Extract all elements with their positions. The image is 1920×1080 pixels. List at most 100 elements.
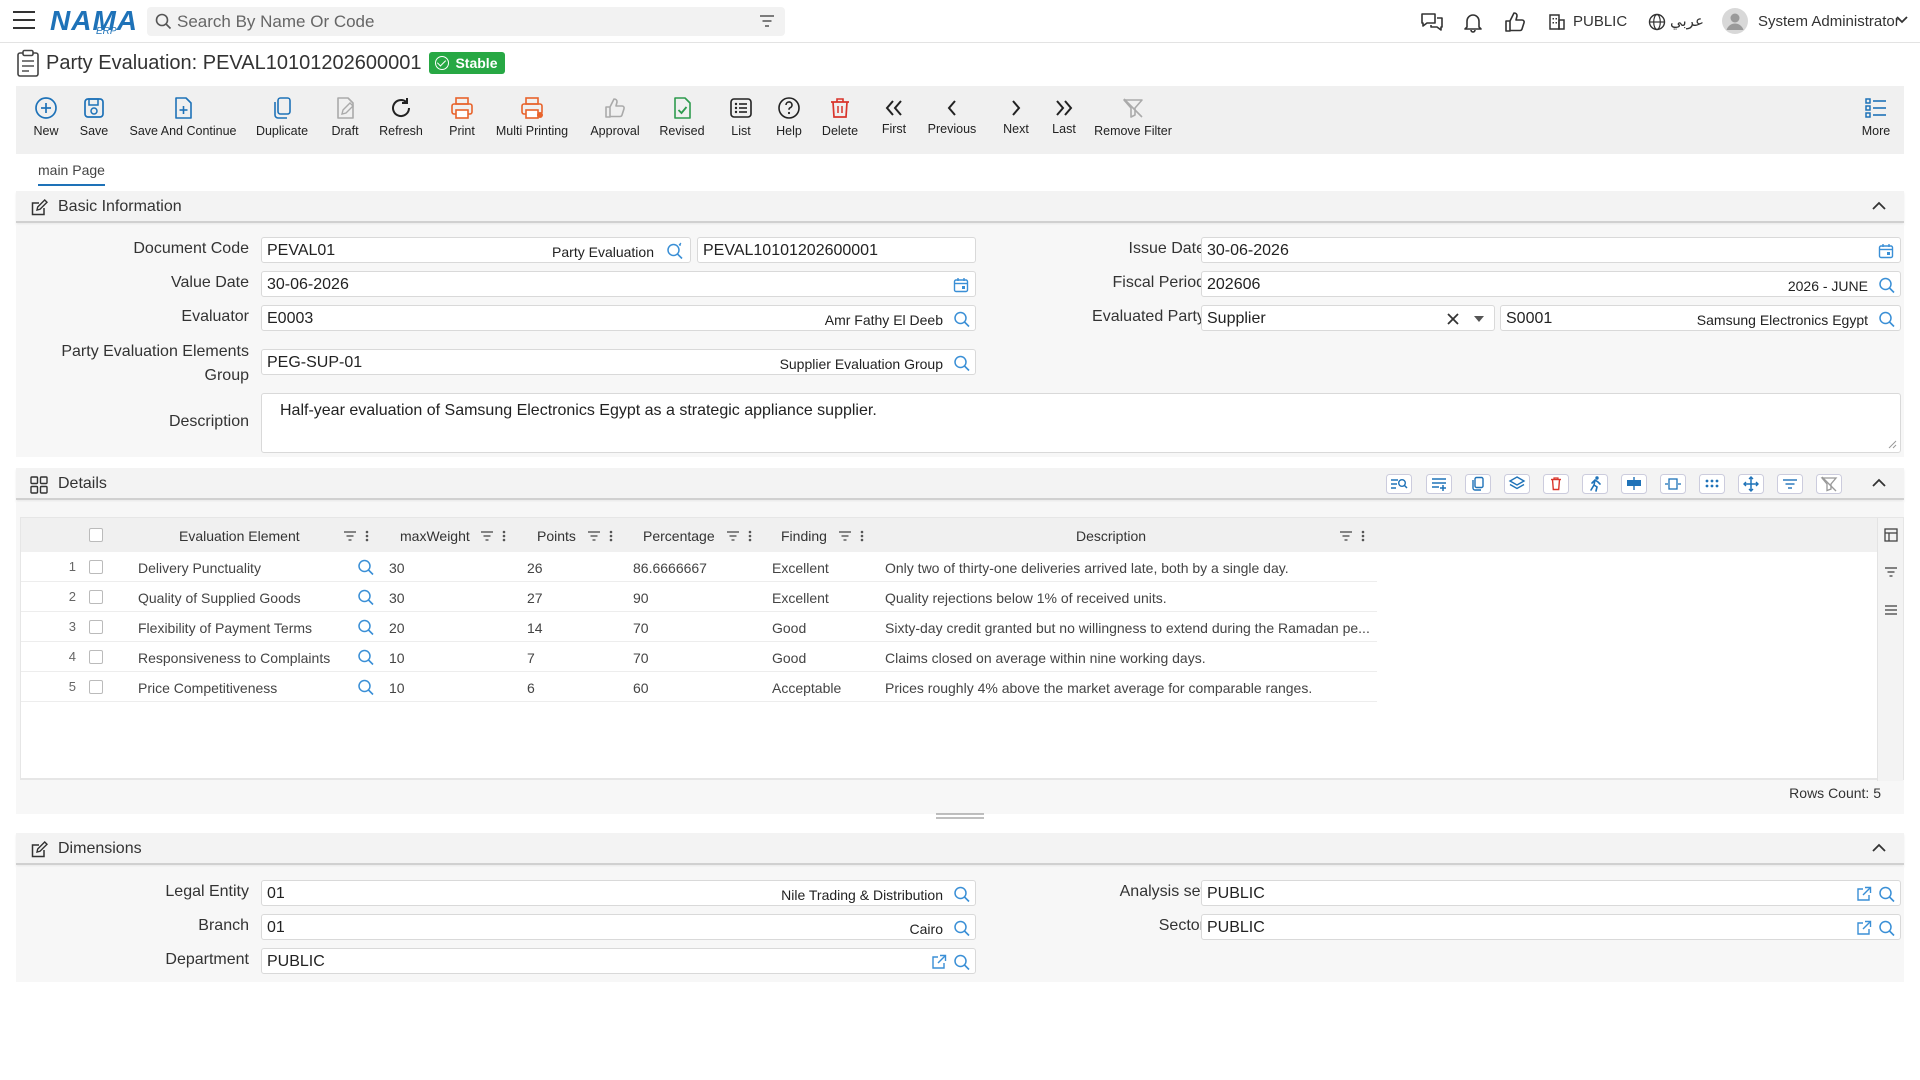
dimensions-header[interactable]: Dimensions: [16, 833, 1904, 865]
cell-description[interactable]: Only two of thirty-one deliveries arrive…: [885, 560, 1373, 576]
lookup-search-icon[interactable]: [953, 310, 971, 328]
find-list-icon[interactable]: [1386, 474, 1412, 494]
column-filter-icon[interactable]: [587, 530, 601, 542]
filter-off-icon[interactable]: [1816, 474, 1842, 494]
column-filter-icon[interactable]: [726, 530, 740, 542]
value-date-field[interactable]: 30-06-2026: [261, 271, 976, 297]
row-checkbox[interactable]: [89, 680, 103, 694]
branch-field[interactable]: 01 Cairo: [261, 914, 976, 940]
column-menu-icon[interactable]: [365, 530, 369, 542]
move-arrows-icon[interactable]: [1738, 474, 1764, 494]
col-header-finding[interactable]: Finding: [781, 528, 827, 544]
external-link-icon[interactable]: [931, 954, 947, 970]
column-menu-icon[interactable]: [860, 530, 864, 542]
list-button[interactable]: List: [726, 96, 756, 138]
new-button[interactable]: New: [28, 96, 64, 138]
column-filter-icon[interactable]: [343, 530, 357, 542]
table-row[interactable]: 1 Delivery Punctuality 30 26 86.6666667 …: [21, 552, 1377, 582]
search-input[interactable]: [177, 11, 737, 32]
language-toggle[interactable]: عربي: [1670, 12, 1704, 30]
column-menu-icon[interactable]: [609, 530, 613, 542]
split-columns-icon[interactable]: [1621, 474, 1647, 494]
tab-main-page[interactable]: main Page: [38, 162, 105, 178]
cell-percentage[interactable]: 90: [633, 590, 649, 606]
user-name[interactable]: System Administrator: [1758, 13, 1900, 30]
multi-printing-button[interactable]: Multi Printing: [492, 96, 572, 138]
resize-splitter-icon[interactable]: [936, 812, 984, 820]
filter-lines-icon[interactable]: [1777, 474, 1803, 494]
lookup-search-icon[interactable]: [953, 354, 971, 372]
table-row[interactable]: 2 Quality of Supplied Goods 30 27 90 Exc…: [21, 582, 1377, 612]
basic-info-header[interactable]: Basic Information: [16, 191, 1904, 223]
calendar-icon[interactable]: [953, 277, 969, 293]
cell-percentage[interactable]: 70: [633, 620, 649, 636]
columns-table-icon[interactable]: [1884, 528, 1898, 542]
cell-percentage[interactable]: 86.6666667: [633, 560, 707, 576]
issue-date-field[interactable]: 30-06-2026: [1201, 237, 1901, 263]
delete-rows-icon[interactable]: [1543, 474, 1569, 494]
clear-x-icon[interactable]: [1446, 312, 1460, 326]
lookup-search-icon[interactable]: [1878, 919, 1896, 937]
document-code-field[interactable]: PEVAL01 Party Evaluation: [261, 237, 691, 263]
row-checkbox[interactable]: [89, 620, 103, 634]
cell-evaluation-element[interactable]: Quality of Supplied Goods: [138, 590, 301, 606]
lookup-search-icon[interactable]: [1878, 276, 1896, 294]
thumbs-up-icon[interactable]: [1504, 11, 1526, 33]
external-link-icon[interactable]: [1856, 920, 1872, 936]
cell-max-weight[interactable]: 30: [389, 590, 405, 606]
cell-description[interactable]: Prices roughly 4% above the market avera…: [885, 680, 1373, 696]
analysis-set-field[interactable]: PUBLIC: [1201, 880, 1901, 906]
lookup-search-icon[interactable]: [953, 919, 971, 937]
cell-finding[interactable]: Good: [772, 620, 806, 636]
external-link-icon[interactable]: [1856, 886, 1872, 902]
lookup-search-icon[interactable]: [357, 678, 375, 696]
logo[interactable]: NAMA ERP: [50, 5, 138, 37]
column-filter-icon[interactable]: [480, 530, 494, 542]
cell-points[interactable]: 14: [527, 620, 543, 636]
more-button[interactable]: More: [1858, 96, 1894, 138]
user-avatar-icon[interactable]: [1722, 8, 1748, 34]
evaluated-party-field[interactable]: S0001 Samsung Electronics Egypt: [1500, 305, 1901, 331]
menu-icon[interactable]: [13, 11, 35, 31]
lookup-search-icon[interactable]: [357, 648, 375, 666]
description-textarea[interactable]: Half-year evaluation of Samsung Electron…: [261, 393, 1901, 453]
chevron-up-icon[interactable]: [1872, 478, 1886, 488]
column-menu-icon[interactable]: [748, 530, 752, 542]
print-button[interactable]: Print: [444, 96, 480, 138]
filter-lines-icon[interactable]: [1884, 566, 1898, 578]
cell-finding[interactable]: Acceptable: [772, 680, 841, 696]
save-and-continue-button[interactable]: Save And Continue: [128, 96, 238, 138]
delete-button[interactable]: Delete: [820, 96, 860, 138]
lookup-search-icon[interactable]: [953, 953, 971, 971]
cell-points[interactable]: 7: [527, 650, 535, 666]
remove-filter-button[interactable]: Remove Filter: [1092, 96, 1174, 138]
copy-rows-icon[interactable]: [1465, 474, 1491, 494]
row-checkbox[interactable]: [89, 590, 103, 604]
lookup-search-icon[interactable]: [357, 618, 375, 636]
bell-icon[interactable]: [1462, 11, 1484, 33]
hamburger-lines-icon[interactable]: [1884, 604, 1898, 616]
col-header-max-weight[interactable]: maxWeight: [400, 528, 470, 544]
evaluated-party-type-select[interactable]: Supplier: [1201, 305, 1495, 331]
cell-description[interactable]: Quality rejections below 1% of received …: [885, 590, 1373, 606]
filter-lines-icon[interactable]: [759, 14, 775, 28]
col-header-percentage[interactable]: Percentage: [643, 528, 715, 544]
details-header[interactable]: Details: [16, 468, 1904, 500]
cell-max-weight[interactable]: 10: [389, 680, 405, 696]
chevron-up-icon[interactable]: [1872, 843, 1886, 853]
fit-columns-icon[interactable]: [1660, 474, 1686, 494]
select-all-checkbox[interactable]: [89, 528, 103, 542]
lookup-search-icon[interactable]: [1878, 885, 1896, 903]
column-filter-icon[interactable]: [1339, 530, 1353, 542]
cell-percentage[interactable]: 70: [633, 650, 649, 666]
col-header-description[interactable]: Description: [1076, 528, 1146, 544]
running-person-icon[interactable]: [1582, 474, 1608, 494]
chevron-up-icon[interactable]: [1872, 201, 1886, 211]
dots-grid-icon[interactable]: [1699, 474, 1725, 494]
approval-button[interactable]: Approval: [588, 96, 642, 138]
duplicate-button[interactable]: Duplicate: [254, 96, 310, 138]
cell-finding[interactable]: Excellent: [772, 590, 829, 606]
cell-description[interactable]: Claims closed on average within nine wor…: [885, 650, 1373, 666]
previous-button[interactable]: Previous: [926, 98, 978, 136]
table-row[interactable]: 5 Price Competitiveness 10 6 60 Acceptab…: [21, 672, 1377, 702]
